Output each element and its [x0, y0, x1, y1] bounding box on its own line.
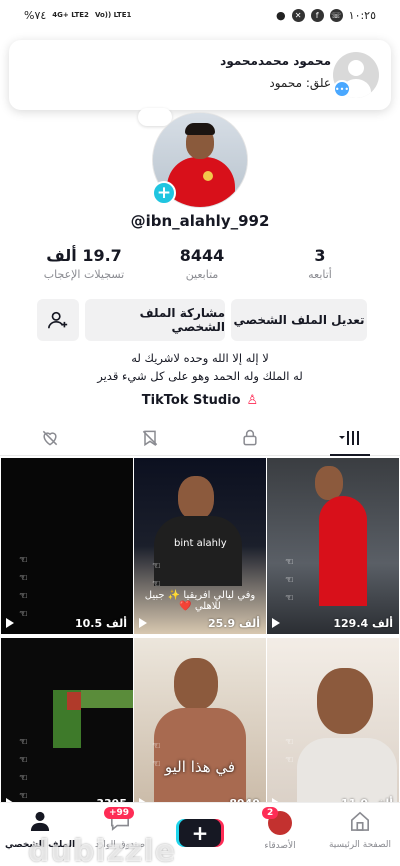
heart-hidden-icon [42, 430, 58, 446]
studio-label: TikTok Studio [141, 393, 241, 408]
stat-value: 8444 [179, 246, 225, 265]
play-icon [139, 618, 147, 628]
add-friend-button[interactable] [37, 299, 79, 341]
tab-reposts[interactable] [100, 420, 200, 455]
person [315, 466, 343, 500]
inbox-badge: +99 [104, 807, 135, 819]
home-icon [351, 811, 369, 831]
stat-label: أتابعه [308, 268, 332, 281]
video-thumbnail[interactable]: ☜ ☜ ☜ ☜ 10.5 ألف [1, 458, 133, 634]
add-story-icon[interactable]: + [152, 181, 176, 205]
video-thumbnail[interactable]: ☜☜ 11.9 ألف [267, 638, 399, 814]
emoji-overlay: ☜ ☜ [285, 737, 294, 766]
image-fragment [81, 690, 133, 708]
emoji-overlay: ☜ ☜ ☜ ☜ [19, 555, 28, 620]
emoji-overlay: ☜ ☜ ☜ ☜ [19, 737, 28, 802]
bio-line: له الملك وله الحمد وهو على كل شيء قدير [97, 369, 303, 383]
bio: لا إله إلا الله وحده لاشريك له له الملك … [0, 349, 400, 385]
tiktok-studio-link[interactable]: TikTok Studio ♙ [0, 393, 400, 408]
status-bar: %٧٤ 4G+ LTE2 Vo)) LTE1 ● ✕ f ☏ ١٠:٢٥ [0, 0, 400, 30]
studio-icon: ♙ [246, 393, 259, 408]
shirt [319, 496, 367, 606]
whatsapp-icon: ☏ [329, 8, 343, 22]
emoji-overlay: ☜ ☜ [152, 741, 161, 770]
facebook-icon: f [310, 8, 324, 22]
comment-notification[interactable]: محمود محمدمحمود علق: محمود ••• [9, 40, 391, 110]
nav-label: الأصدقاء [264, 841, 296, 851]
person [317, 668, 373, 734]
battery-text: %٧٤ [24, 8, 47, 22]
tab-videos[interactable] [300, 420, 400, 456]
profile-icon [30, 811, 50, 831]
notification-sender: محمود محمدمحمود [220, 54, 331, 68]
play-icon [272, 618, 280, 628]
stat-followers[interactable]: 8444 متابعين [152, 246, 252, 286]
edit-profile-button[interactable]: تعديل الملف الشخصي [231, 299, 367, 341]
dubizzle-watermark: dubizzle [28, 834, 177, 866]
nav-label: الصفحة الرئيسية [328, 840, 392, 850]
profile-actions: تعديل الملف الشخصي مشاركة الملف الشخصي [33, 299, 367, 341]
nav-home[interactable]: الصفحة الرئيسية [320, 803, 400, 866]
notification-message: علق: محمود [269, 76, 331, 90]
video-thumbnail[interactable]: في هذا اليو ☜☜ 8949 [134, 638, 266, 814]
capcut-icon: ✕ [291, 8, 305, 22]
create-plus-icon: + [179, 819, 221, 847]
status-right: ● ✕ f ☏ ١٠:٢٥ [276, 8, 376, 22]
grid-icon [339, 430, 359, 445]
comment-bubble-icon: ••• [333, 80, 351, 98]
content-tabs [0, 420, 400, 456]
video-tag: bint alahly [174, 538, 227, 549]
profile-stats: 3 أتابعه 8444 متابعين 19.7 ألف تسجيلات ا… [34, 246, 370, 286]
username: @ibn_alahly_992 [130, 212, 270, 230]
repost-icon [142, 430, 158, 446]
emoji-overlay: ☜ ☜ ☜ [285, 557, 294, 604]
video-thumbnail[interactable]: ☜ ☜ ☜ 129.4 ألف [267, 458, 399, 634]
network-indicator-left: 4G+ LTE2 [52, 10, 89, 19]
clock: ١٠:٢٥ [348, 8, 376, 22]
person [174, 658, 218, 710]
add-user-icon [48, 311, 68, 329]
stat-label: متابعين [185, 268, 219, 281]
stat-likes[interactable]: 19.7 ألف تسجيلات الإعجاب [34, 246, 134, 286]
person [178, 476, 214, 520]
bio-line: لا إله إلا الله وحده لاشريك له [131, 351, 269, 365]
dot-icon: ● [276, 8, 286, 22]
stat-label: تسجيلات الإعجاب [43, 268, 125, 281]
view-count: 10.5 ألف [75, 617, 127, 630]
shirt [154, 516, 242, 586]
network-indicator-right: Vo)) LTE1 [94, 10, 132, 19]
friends-badge: 2 [262, 807, 279, 819]
lock-icon [243, 429, 257, 445]
play-icon [6, 618, 14, 628]
video-thumbnail[interactable]: ☜☜☜☜ 3395 [1, 638, 133, 814]
view-count: 129.4 ألف [333, 617, 393, 630]
status-left: %٧٤ 4G+ LTE2 Vo)) LTE1 [24, 9, 131, 22]
stat-value: 3 [314, 246, 326, 265]
tab-private[interactable] [200, 420, 300, 455]
emoji-overlay: ☜ ☜ [152, 561, 161, 590]
video-grid: ☜ ☜ ☜ ☜ 10.5 ألف bint alahly وفي ليالي افري… [1, 458, 399, 814]
image-fragment [67, 692, 81, 710]
stat-following[interactable]: 3 أتابعه [270, 246, 370, 286]
view-count: 25.9 ألف [208, 617, 260, 630]
nav-friends[interactable]: 2 الأصدقاء [240, 803, 320, 866]
video-thumbnail[interactable]: bint alahly وفي ليالي افريقيا ✨ جبيل للا… [134, 458, 266, 634]
stat-value: 19.7 ألف [46, 246, 122, 265]
tab-liked[interactable] [0, 420, 100, 455]
share-profile-button[interactable]: مشاركة الملف الشخصي [85, 299, 225, 341]
